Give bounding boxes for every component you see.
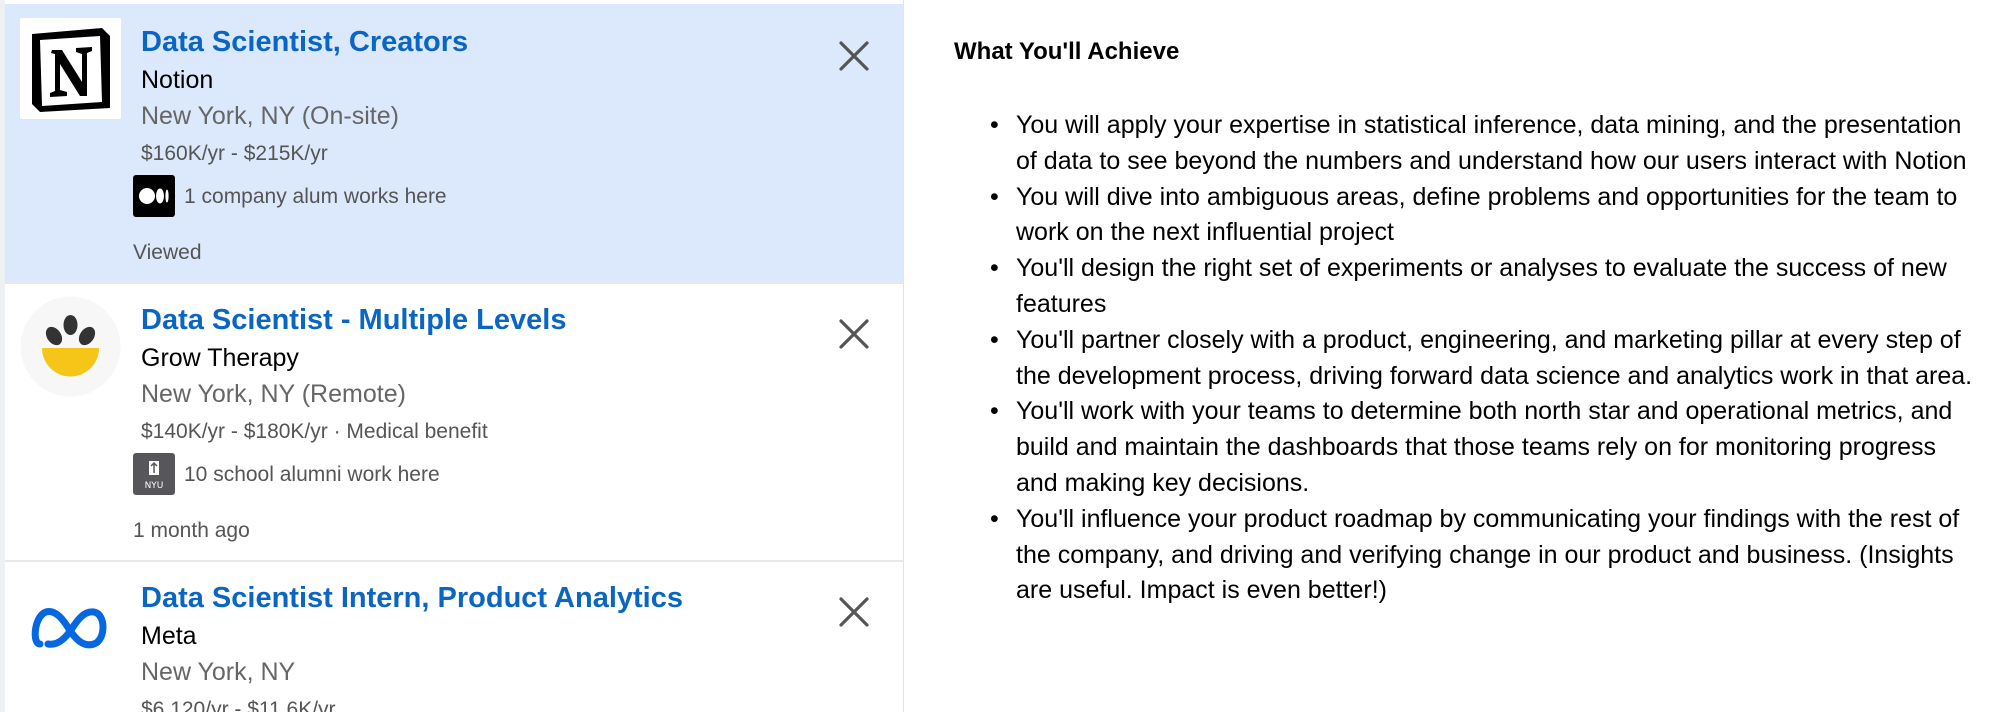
job-title[interactable]: Data Scientist, Creators — [141, 28, 468, 57]
job-card-notion[interactable]: Data Scientist, Creators Notion New York… — [5, 4, 903, 282]
list-item: You'll design the right set of experimen… — [990, 251, 1976, 323]
achievements-list: You will apply your expertise in statist… — [990, 108, 1976, 609]
job-salary: $6,120/yr - $11.6K/yr — [141, 698, 336, 712]
list-item: You'll partner closely with a product, e… — [990, 323, 1976, 395]
list-item: You'll influence your product roadmap by… — [990, 502, 1976, 609]
grow-therapy-logo-icon — [20, 296, 121, 397]
close-icon — [839, 319, 869, 349]
dismiss-job-button[interactable] — [836, 38, 872, 74]
job-location: New York, NY — [141, 658, 296, 686]
list-item: You will dive into ambiguous areas, defi… — [990, 180, 1976, 252]
nyu-logo-icon: NYU — [133, 453, 175, 495]
alumni-info: 1 company alum works here — [184, 185, 447, 208]
job-location: New York, NY (Remote) — [141, 380, 406, 408]
job-description-pane[interactable]: What You'll Achieve You will apply your … — [904, 0, 2000, 712]
dismiss-job-button[interactable] — [836, 316, 872, 352]
svg-text:NYU: NYU — [145, 481, 164, 491]
job-list[interactable]: Data Scientist, Creators Notion New York… — [0, 0, 904, 712]
job-title[interactable]: Data Scientist Intern, Product Analytics — [141, 584, 683, 613]
company-name: Meta — [141, 622, 197, 650]
job-card-meta[interactable]: Data Scientist Intern, Product Analytics… — [5, 562, 903, 712]
job-title[interactable]: Data Scientist - Multiple Levels — [141, 306, 566, 335]
job-location: New York, NY (On-site) — [141, 102, 399, 130]
job-card-grow-therapy[interactable]: Data Scientist - Multiple Levels Grow Th… — [5, 284, 903, 560]
notion-logo-icon — [20, 18, 121, 119]
list-item: You'll work with your teams to determine… — [990, 394, 1976, 501]
section-heading: What You'll Achieve — [954, 38, 1180, 65]
job-status: 1 month ago — [133, 519, 250, 542]
close-icon — [839, 41, 869, 71]
job-salary: $140K/yr - $180K/yr · Medical benefit — [141, 420, 488, 443]
company-name: Grow Therapy — [141, 344, 299, 372]
dismiss-job-button[interactable] — [836, 594, 872, 630]
alumni-info: 10 school alumni work here — [184, 463, 440, 486]
job-salary: $160K/yr - $215K/yr — [141, 142, 328, 165]
medium-logo-icon — [133, 175, 175, 217]
meta-logo-icon — [20, 576, 121, 677]
list-item: You will apply your expertise in statist… — [990, 108, 1976, 180]
close-icon — [839, 597, 869, 627]
company-name: Notion — [141, 66, 214, 94]
job-status: Viewed — [133, 241, 202, 264]
